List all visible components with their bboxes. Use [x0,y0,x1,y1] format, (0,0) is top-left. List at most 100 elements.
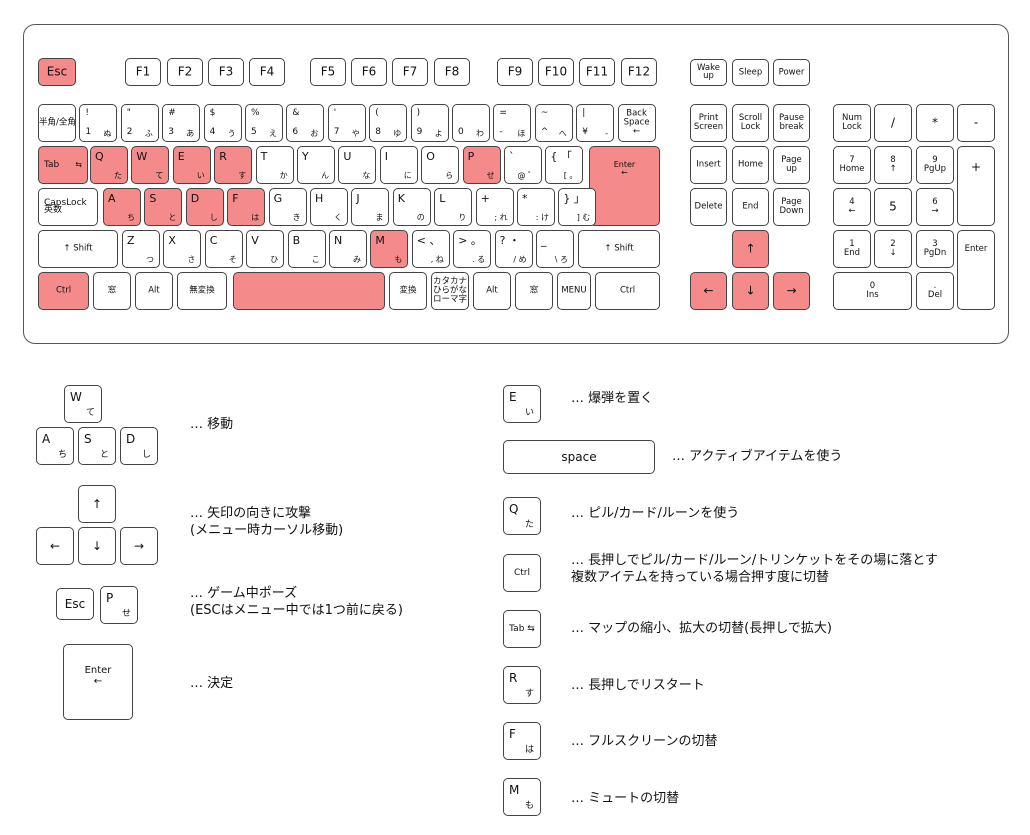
key-num-0: 半角/全角 漢字 [38,104,76,142]
key-label: 半角/全角 漢字 [39,117,76,128]
key-kana-mode: カタカナ ひらがな ローマ字 [431,272,469,310]
key-arrow-down: ↓ [732,272,769,310]
key-muhenkan: 無変換 [177,272,227,310]
key-kana: し [209,213,218,222]
key-s: Sと [144,188,183,226]
key-a: Aち [103,188,141,226]
legend-key-ctrl: Ctrl [503,554,541,592]
key-char: X [168,234,176,247]
legend-description-8: … マップの縮小、拡大の切替(長押しで拡大) [571,621,832,636]
key-numpad-12: 2 ↓ [874,230,912,268]
key-i: Iに [379,146,418,184]
legend-key-d: Dし [120,427,158,465]
key-kana: ゆ [393,129,402,138]
key-nav-6: Delete [690,188,727,226]
key-label: 6 → [931,197,939,216]
key-char: 0 [458,127,464,137]
key-label: Tab ⇆ [509,624,535,634]
key-numpad-2: * [916,104,954,142]
key-char: P [106,591,114,605]
key-num-2: " 2 ふ [120,104,159,142]
key-kana: ; れ [494,213,508,222]
key-char: D [190,192,200,205]
key-kana: み [353,255,361,264]
key-label: Delete [694,201,723,212]
key-numpad-3: - [957,104,995,142]
key-shift-char: ~ [540,108,549,118]
key-kana: す [524,689,534,699]
key-t: Tか [255,146,294,184]
key-kana: つ [146,255,154,264]
key-alt-right: Alt [473,272,511,310]
key-label: ↓ [745,283,756,298]
key-label: Num Lock [841,113,863,132]
key-label: F11 [585,64,609,79]
key-nav-8: Page Down [773,188,810,226]
key-win-left: 窓 [93,272,131,310]
key-char: H [315,192,324,205]
key-char: N [334,234,343,247]
legend-description-11: … ミュートの切替 [571,791,680,806]
key-char: V [251,234,259,247]
key-numpad-11: 1 End [833,230,871,268]
key-f4: F4 [249,58,285,86]
legend-key-down: ↓ [78,527,116,565]
key-esc: Esc [38,58,76,86]
key-char: G [273,192,283,205]
key-numpad-10: 6 → [916,188,954,226]
key-kana: ぬ [103,129,112,138]
key-label: Page up [781,155,802,174]
key-shift-char: = [499,108,507,118]
key-label: ← [49,539,61,553]
legend-key-tab: Tab ⇆ [503,610,541,648]
legend-key-p: Pせ [100,586,138,624]
key-kana: : け [535,213,549,222]
key-numpad-13: 3 PgDn [916,230,954,268]
key-shift-char: ' [333,108,337,118]
key-label: F9 [507,64,523,79]
legend-key-space: space [503,440,655,474]
key-char: 9 [416,127,423,137]
key-shift-char: $ [209,108,216,118]
key-label: Esc [64,597,86,611]
key-label: F5 [320,64,336,79]
legend-key-a: Aち [36,427,74,465]
key-ctrl-left: Ctrl [38,272,89,310]
key-label: Tab [44,160,60,170]
key-kana: た [524,520,534,530]
key-{ 「: { 「 [ 。 [545,146,584,184]
key-kana: . る [472,255,486,264]
key-9: ? ・ / め [494,230,533,268]
key-label: F12 [627,64,651,79]
key-numpad-9: 5 [874,188,912,226]
key-kana: こ [311,255,320,264]
key-label: Page Down [779,197,804,216]
key-num-4: $4 う [203,104,242,142]
key-arrow-up: ↑ [732,230,769,268]
legend-description-5: … アクティブアイテムを使う [672,449,843,464]
key-label: F8 [444,64,460,79]
legend-description-9: … 長押しでリスタート [571,678,705,693]
key-k: Kの [392,188,431,226]
key-char: F [509,727,516,741]
key-numpad-0: Num Lock [833,104,871,142]
key-char: 8 [375,127,381,137]
key-label: → [786,283,797,298]
legend-description-4: … 爆弾を置く [571,391,654,406]
key-shift-char: ( [375,108,379,118]
key-char: S [84,432,92,446]
key-kana: , ね [430,255,444,264]
key-shift-char: " [126,108,131,118]
key-kana: き [292,213,301,222]
key-numpad-1: / [874,104,912,142]
key-kana: い [524,408,534,418]
key-char: ^ [540,127,549,137]
key-power-1: Sleep [732,59,769,86]
key-label: 3 PgDn [923,239,947,258]
key-0: Zつ [122,230,160,268]
key-label: End [742,201,759,212]
key-+: + ; れ [475,188,514,226]
key-f1: F1 [125,58,161,86]
key-1: Xさ [163,230,202,268]
key-label: Scroll Lock [738,113,763,132]
